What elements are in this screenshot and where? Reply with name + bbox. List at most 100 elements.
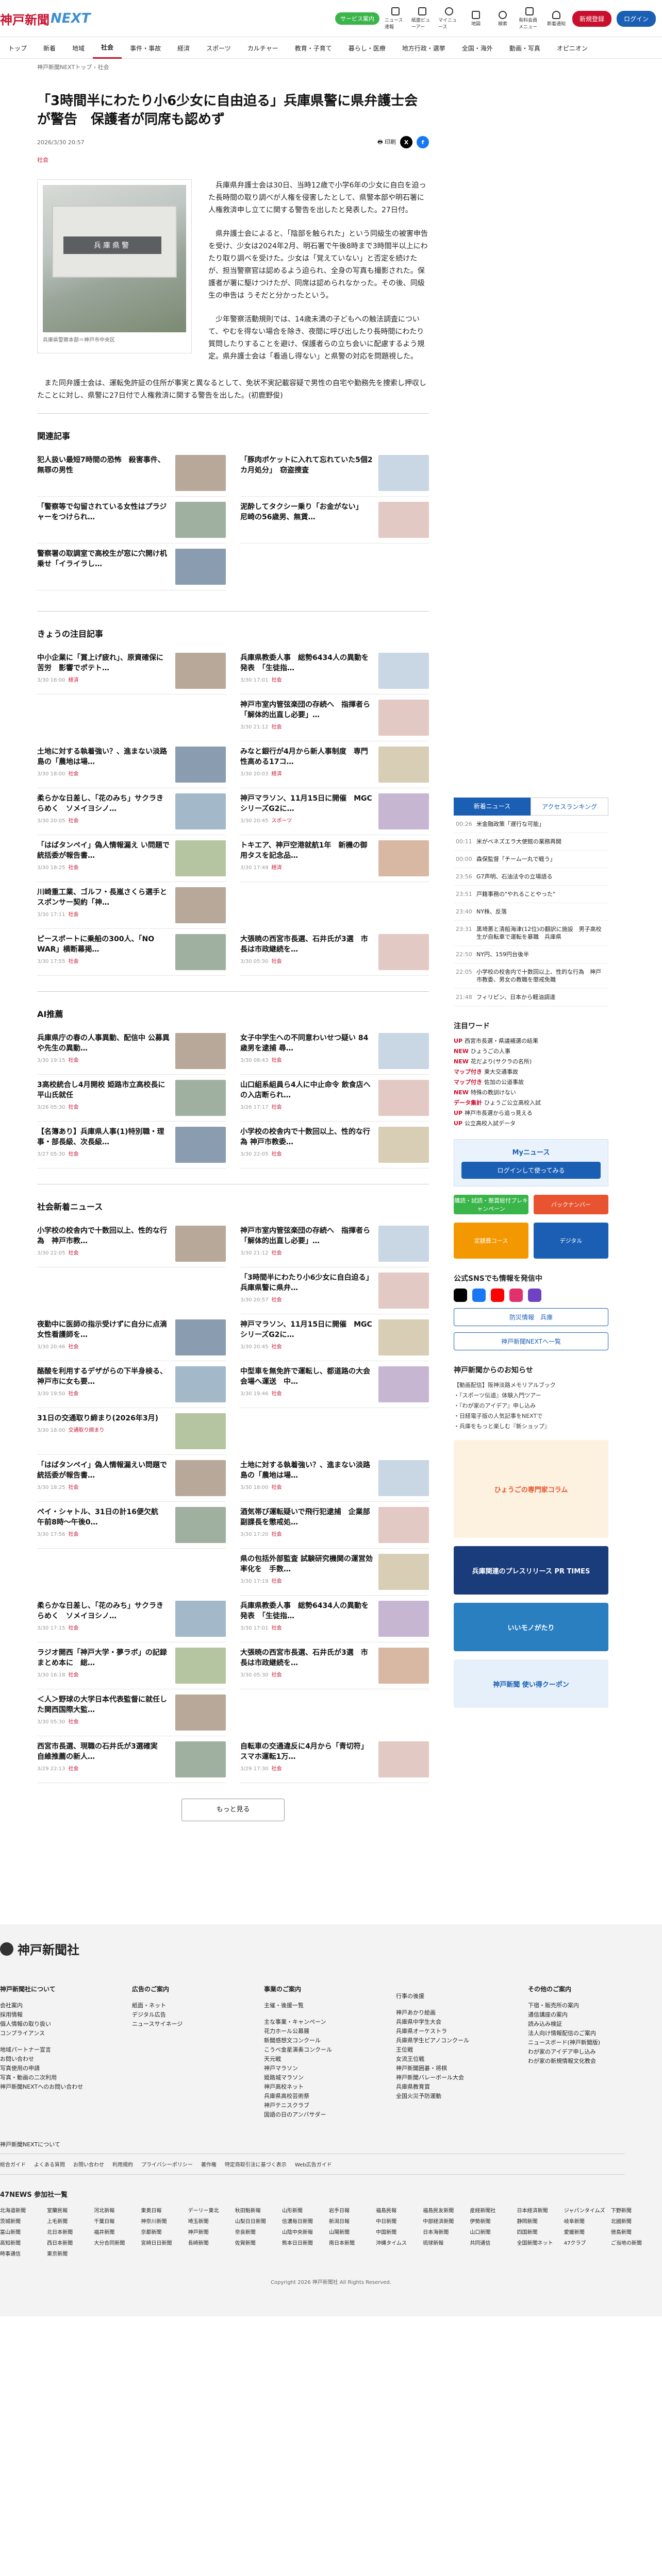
news-item-tag[interactable]: 経済	[68, 677, 78, 683]
news-item-tag[interactable]: スポーツ	[271, 818, 292, 824]
login-button[interactable]: ログイン	[616, 10, 656, 27]
search-icon[interactable]: 検索	[492, 10, 514, 27]
footer-link[interactable]: 地域パートナー宣言	[0, 2045, 132, 2055]
nav-item[interactable]: 全国・海外	[454, 37, 501, 59]
partner-link[interactable]: デーリー東北	[188, 2206, 232, 2214]
nav-item[interactable]: スポーツ	[198, 37, 239, 59]
footer-link[interactable]: 神戸テニスクラブ	[264, 2101, 396, 2110]
keyword-item[interactable]: UP 西宮市長選・県議補選の結果	[454, 1036, 608, 1046]
news-item-tag[interactable]: 社会	[271, 1625, 282, 1631]
partner-link[interactable]: 産経新聞社	[470, 2206, 514, 2214]
news-item[interactable]: トキエア、神戸空港就航1年 新機の御用タスを記念品… 3/30 17:49 経済	[240, 835, 429, 882]
footer-link[interactable]: 神戸新聞NEXTへのお問い合わせ	[0, 2082, 132, 2092]
news-item[interactable]: みなと銀行が4月から新人事制度 専門性高める17コ… 3/30 20:03 経済	[240, 741, 429, 788]
footer-link[interactable]: 会社案内	[0, 2001, 132, 2010]
column-banner[interactable]: ひょうごの専門家コラム	[454, 1440, 608, 1538]
news-item-tag[interactable]: 社会	[68, 1485, 78, 1490]
register-button[interactable]: 新規登録	[572, 10, 611, 27]
partner-link[interactable]: 長崎新聞	[188, 2239, 232, 2246]
news-item[interactable]: 小学校の校舎内で十数回以上、性的な行為 神戸市教委… 3/30 22:05 社会	[240, 1122, 429, 1168]
news-item[interactable]: 土地に対する執着強い？、進まない淡路島の「農地は場… 3/30 18:00 社会	[240, 1455, 429, 1502]
partner-link[interactable]: 奈良新聞	[235, 2228, 279, 2235]
prtimes-banner[interactable]: 兵庫関連のプレスリリース PR TIMES	[454, 1546, 608, 1595]
nav-item[interactable]: 新着	[35, 37, 64, 59]
news-item-tag[interactable]: 社会	[271, 1766, 282, 1772]
footer-link[interactable]: 主催・後援一覧	[264, 2001, 396, 2010]
nav-item[interactable]: トップ	[0, 37, 35, 59]
mynews-icon[interactable]: マイニュース	[438, 7, 460, 30]
partner-link[interactable]: 日本経済新聞	[517, 2206, 561, 2214]
next-list-button[interactable]: 神戸新聞NEXTへ一覧	[454, 1332, 608, 1350]
footer-link[interactable]: 神戸新聞バレーボール大会	[396, 2073, 528, 2082]
footer-link[interactable]: 主な事業・キャンペーン	[264, 2018, 396, 2027]
partner-link[interactable]: 全国新聞ネット	[517, 2239, 561, 2246]
news-item-tag[interactable]: 社会	[271, 1297, 282, 1303]
footer-link[interactable]: 兵庫県高校芸術祭	[264, 2092, 396, 2101]
news-item[interactable]: 夜勤中に医師の指示受けずに自分に点滴 女性看護師を… 3/30 20:46 社会	[37, 1314, 226, 1361]
footer-link[interactable]: 全国火災予防運動	[396, 2092, 528, 2101]
footer-link[interactable]: 通信講座の案内	[528, 2010, 660, 2020]
sidebar-news-item[interactable]: 23:51 戸籍事務の"やれることやった"	[454, 886, 608, 903]
keyword-item[interactable]: UP 神戸市長選から追っ見える	[454, 1108, 608, 1118]
news-item[interactable]: 【名簿あり】兵庫県人事(1)特別職・理事・部長級、次長級… 3/27 05:30 社…	[37, 1122, 226, 1168]
news-item[interactable]: 女子中学生への不同意わいせつ疑い 84歳男を逮捕 尋… 3/30 08:43 社会	[240, 1028, 429, 1075]
sidebar-news-item[interactable]: 21:48 フィリピン、日本から軽油調達	[454, 989, 608, 1006]
nav-item[interactable]: 地方行政・選挙	[394, 37, 454, 59]
partner-link[interactable]: 共同通信	[470, 2239, 514, 2246]
partner-link[interactable]: 熊本日日新聞	[282, 2239, 326, 2246]
news-item-tag[interactable]: 社会	[271, 1579, 282, 1584]
notice-link[interactable]: ・日経電子版の人気記事をNEXTで	[454, 1411, 608, 1421]
member-menu-icon[interactable]: 有料会員メニュー	[519, 7, 540, 30]
partner-link[interactable]: 東京新聞	[47, 2249, 91, 2257]
footer-link[interactable]: 写真使用の申請	[0, 2064, 132, 2073]
news-item-tag[interactable]: 社会	[271, 1485, 282, 1490]
partner-link[interactable]: 47クラブ	[564, 2239, 608, 2246]
news-item[interactable]: 「豚肉ポケットに入れて忘れていた5個2カ月処分」 窃盗捜査	[240, 450, 429, 497]
footer-link[interactable]: コンプライアンス	[0, 2029, 132, 2038]
other-sns-icon[interactable]	[528, 1289, 541, 1302]
footer-link[interactable]: わが家のアイデア申し込み	[528, 2047, 660, 2057]
news-item[interactable]: 酪酸を利用するデザがらの下半身検る、神戸市に女も要… 3/30 19:50 社会	[37, 1361, 226, 1408]
partner-link[interactable]: ジャパンタイムズ	[564, 2206, 608, 2214]
nav-item[interactable]: 地域	[64, 37, 93, 59]
partner-link[interactable]: 山陰中央新報	[282, 2228, 326, 2235]
sidebar-news-item[interactable]: 23:56 G7声明、石油法令の立場語る	[454, 868, 608, 886]
footer-link[interactable]: お問い合わせ	[0, 2055, 132, 2064]
footer-link[interactable]: 読み込み検証	[528, 2020, 660, 2029]
partner-link[interactable]: 中日新聞	[376, 2217, 420, 2225]
sidebar-news-item[interactable]: 00:00 森保監督「チーム一丸で戦う」	[454, 851, 608, 868]
sidebar-news-item[interactable]: 23:40 NY株、反落	[454, 903, 608, 921]
article-photo[interactable]: 兵庫県警 兵庫県警察本部＝神戸市中央区	[37, 179, 192, 353]
sidebar-news-item[interactable]: 00:11 米がベネズエラ大使館の業務再開	[454, 833, 608, 851]
news-item-tag[interactable]: 社会	[271, 1151, 282, 1157]
partner-link[interactable]: 徳島新聞	[611, 2228, 655, 2235]
news-item[interactable]: ペイ・シャトル、31日の計16便欠航 午前8時〜午後0… 3/30 17:56 社会	[37, 1502, 226, 1549]
more-button[interactable]: もっと見る	[181, 1799, 285, 1821]
news-item-tag[interactable]: 経済	[271, 771, 282, 777]
nav-item[interactable]: オピニオン	[549, 37, 596, 59]
nav-item[interactable]: 動画・写真	[501, 37, 549, 59]
partner-link[interactable]: 室蘭民報	[47, 2206, 91, 2214]
news-item[interactable]: 中小企業に「賞上げ疲れ」、原資確保に苦労 影響でポテト… 3/30 16:00 経済	[37, 648, 226, 694]
news-item[interactable]: 泥酔してタクシー乗り「お金がない」 尼崎の56歳男、無賃…	[240, 497, 429, 544]
news-item[interactable]: 神戸市室内管弦楽団の存続へ 指揮者ら「解体的出直し必要」… 3/30 21:12 社…	[240, 694, 429, 741]
partner-link[interactable]: 日本海新聞	[423, 2228, 467, 2235]
footer-link[interactable]: ニュースボード(神戸新聞版)	[528, 2038, 660, 2047]
instagram-icon[interactable]	[509, 1289, 523, 1302]
disaster-info-button[interactable]: 防災情報 兵庫	[454, 1308, 608, 1326]
partner-link[interactable]: 福井新聞	[94, 2228, 138, 2235]
footer-link[interactable]: 兵庫県学生ピアノコンクール	[396, 2036, 528, 2045]
news-item[interactable]: 小学校の校舎内で十数回以上、性的な行為 神戸市教… 3/30 22:05 社会	[37, 1221, 226, 1267]
notification-icon[interactable]: 新着通知	[545, 10, 567, 27]
news-item-tag[interactable]: 経済	[271, 865, 282, 871]
partner-link[interactable]: 西日本新聞	[47, 2239, 91, 2246]
keyword-item[interactable]: NEW 花だより(サクラの名所)	[454, 1057, 608, 1067]
news-item[interactable]: 川崎重工業、ゴルフ・長嵐さくら選手とスポンサー契約「神… 3/30 17:11 社会	[37, 882, 226, 929]
news-item[interactable]: 柔らかな日差し、「花のみち」サクラきらめく ソメイヨシノ… 3/30 20:05 社…	[37, 788, 226, 835]
facebook-share-icon[interactable]: f	[417, 136, 429, 148]
news-item-tag[interactable]: 社会	[68, 1672, 78, 1678]
keyword-item[interactable]: NEW 特殊の教訓けない	[454, 1088, 608, 1098]
map-icon[interactable]: 地図	[465, 10, 487, 27]
footer-bar-link[interactable]: 総合ガイド	[0, 2160, 26, 2168]
partner-link[interactable]: 上毛新聞	[47, 2217, 91, 2225]
